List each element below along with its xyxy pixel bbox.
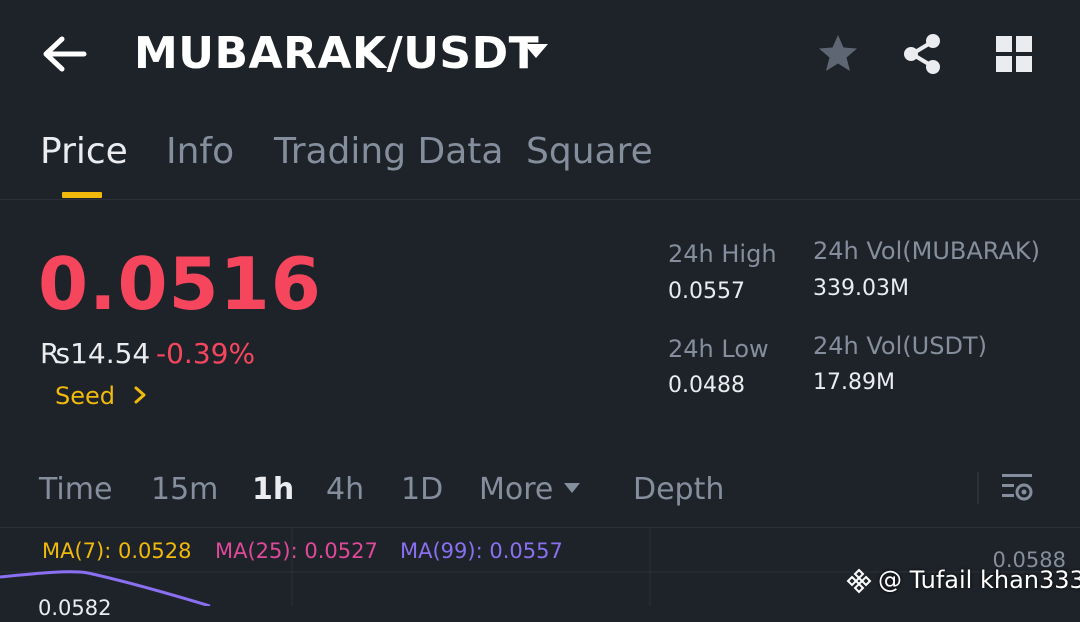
binance-logo-icon	[846, 568, 872, 594]
tab-price[interactable]: Price	[40, 128, 128, 176]
interval-time[interactable]: Time	[39, 472, 112, 508]
depth-tab[interactable]: Depth	[633, 472, 724, 508]
grid-menu-icon[interactable]	[992, 32, 1036, 76]
tab-square[interactable]: Square	[526, 128, 653, 176]
interval-4h[interactable]: 4h	[326, 472, 364, 508]
change-percent: -0.39%	[156, 337, 256, 370]
fiat-price: ₨14.54	[40, 337, 151, 370]
star-icon[interactable]	[814, 30, 862, 78]
low-label: 24h Low	[668, 335, 769, 363]
interval-more[interactable]: More	[479, 472, 553, 508]
volume-base-value: 339.03M	[813, 276, 909, 301]
top-bar: MUBARAK/USDT	[0, 0, 1080, 110]
tab-trading-data[interactable]: Trading Data	[274, 128, 503, 176]
price-marker-label: 0.0582	[38, 596, 112, 620]
chevron-right-icon[interactable]	[132, 385, 148, 405]
caret-down-icon[interactable]	[562, 480, 582, 494]
ma99-legend: MA(99): 0.0557	[400, 539, 563, 563]
watermark-text: @ Tufail khan333	[878, 566, 1080, 594]
volume-base-label: 24h Vol(MUBARAK)	[813, 237, 1041, 265]
tab-info[interactable]: Info	[166, 128, 234, 176]
interval-1h[interactable]: 1h	[252, 472, 294, 508]
interval-15m[interactable]: 15m	[151, 472, 218, 508]
divider	[977, 472, 979, 504]
divider	[0, 199, 1080, 200]
caret-down-icon[interactable]	[522, 40, 550, 64]
ma25-legend: MA(25): 0.0527	[215, 539, 378, 563]
interval-1d[interactable]: 1D	[401, 472, 443, 508]
low-value: 0.0488	[668, 373, 745, 398]
high-value: 0.0557	[668, 279, 745, 304]
back-arrow-icon[interactable]	[40, 30, 92, 78]
chart-settings-icon[interactable]	[1000, 470, 1034, 504]
ma7-legend: MA(7): 0.0528	[42, 539, 192, 563]
pair-title[interactable]: MUBARAK/USDT	[134, 26, 539, 82]
volume-quote-label: 24h Vol(USDT)	[813, 332, 987, 360]
share-icon[interactable]	[898, 30, 946, 78]
volume-quote-value: 17.89M	[813, 370, 895, 395]
seed-tag-link[interactable]: Seed	[55, 380, 115, 412]
high-label: 24h High	[668, 240, 777, 268]
last-price: 0.0516	[38, 242, 322, 326]
active-tab-indicator	[62, 192, 102, 198]
